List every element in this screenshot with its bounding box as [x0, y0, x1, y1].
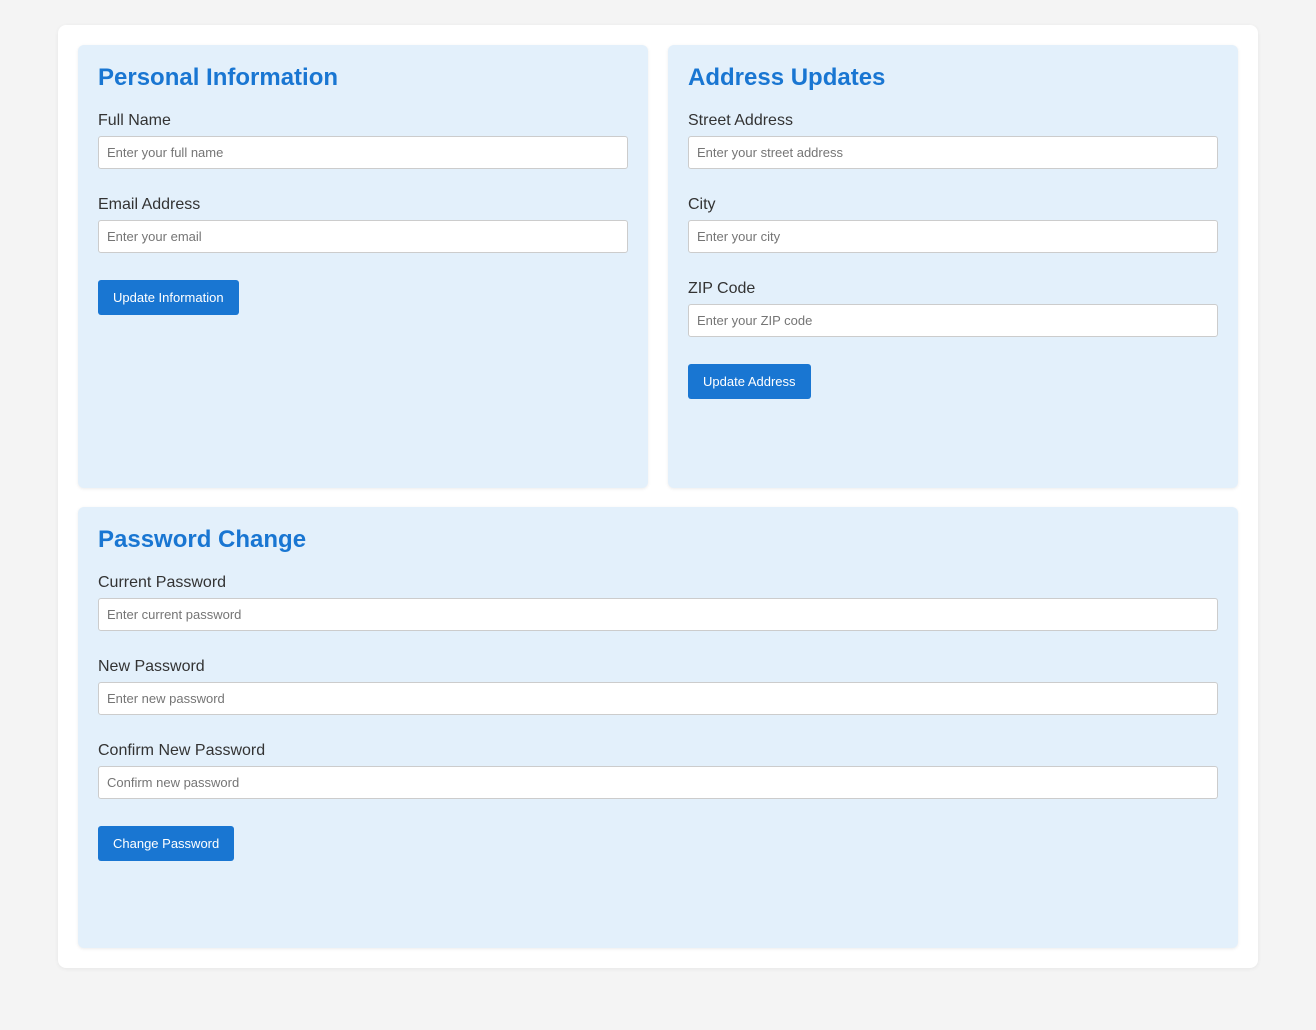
current-password-input[interactable] [98, 598, 1218, 631]
city-field: City [688, 196, 1218, 253]
personal-information-title: Personal Information [98, 64, 339, 91]
update-information-button[interactable]: Update Information [98, 280, 239, 315]
full-name-field: Full Name [98, 112, 628, 169]
email-field: Email Address [98, 196, 628, 253]
street-address-input[interactable] [688, 136, 1218, 169]
zip-code-input[interactable] [688, 304, 1218, 337]
new-password-input[interactable] [98, 682, 1218, 715]
full-name-label: Full Name [98, 112, 171, 129]
city-input[interactable] [688, 220, 1218, 253]
new-password-field: New Password [98, 658, 1218, 715]
new-password-label: New Password [98, 658, 205, 675]
address-updates-title: Address Updates [688, 64, 886, 91]
address-updates-section: Address Updates Street Address City ZIP … [668, 45, 1238, 488]
current-password-label: Current Password [98, 574, 227, 591]
city-label: City [688, 196, 716, 213]
change-password-button[interactable]: Change Password [98, 826, 235, 861]
zip-code-label: ZIP Code [688, 280, 756, 297]
street-address-label: Street Address [688, 112, 793, 129]
confirm-password-label: Confirm New Password [98, 742, 266, 759]
settings-container: Personal Information Full Name Email Add… [58, 25, 1258, 968]
confirm-password-field: Confirm New Password [98, 742, 1218, 799]
password-change-section: Password Change Current Password New Pas… [78, 507, 1238, 948]
password-change-title: Password Change [98, 526, 307, 553]
confirm-password-input[interactable] [98, 766, 1218, 799]
update-address-button[interactable]: Update Address [688, 364, 811, 399]
full-name-input[interactable] [98, 136, 628, 169]
email-input[interactable] [98, 220, 628, 253]
zip-code-field: ZIP Code [688, 280, 1218, 337]
personal-information-section: Personal Information Full Name Email Add… [78, 45, 648, 488]
current-password-field: Current Password [98, 574, 1218, 631]
street-address-field: Street Address [688, 112, 1218, 169]
email-label: Email Address [98, 196, 201, 213]
